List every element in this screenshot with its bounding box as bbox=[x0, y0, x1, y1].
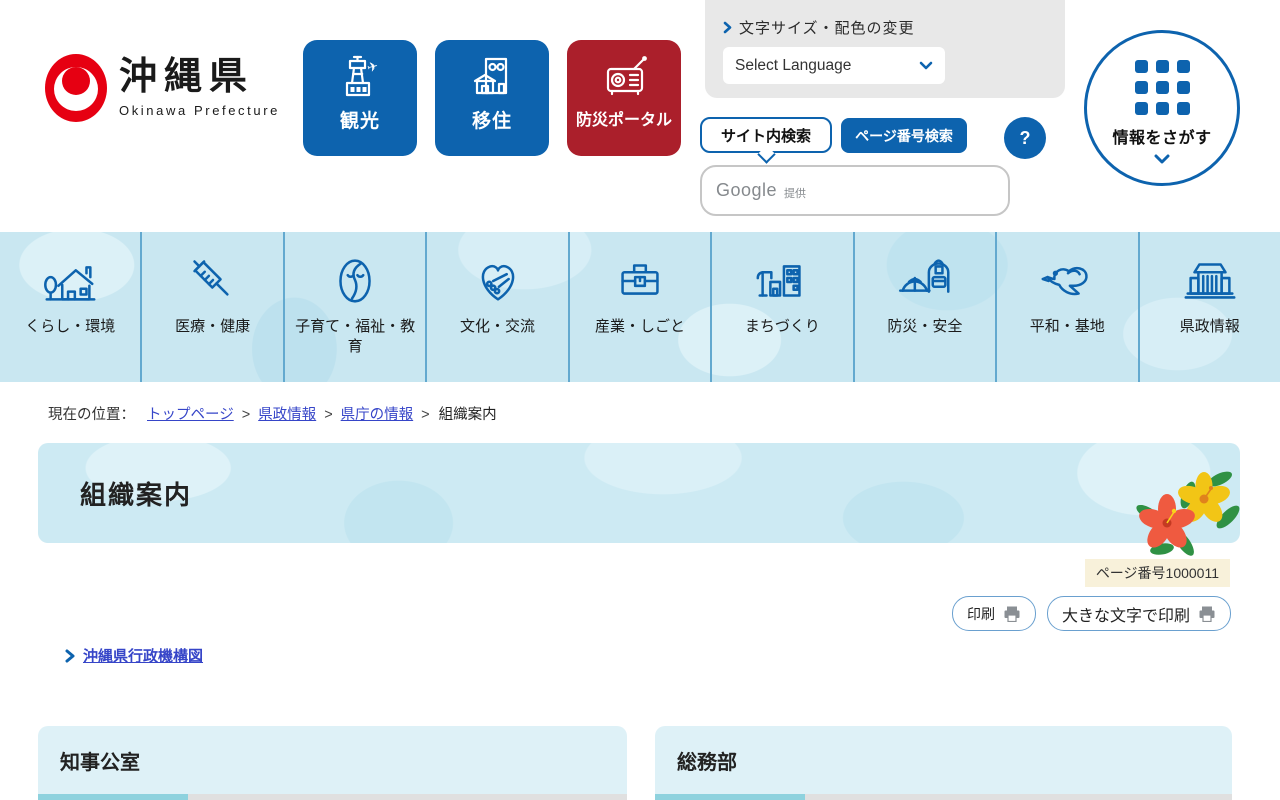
text-size-label: 文字サイズ・配色の変更 bbox=[739, 20, 915, 37]
nav-item-machi[interactable]: まちづくり bbox=[710, 232, 852, 382]
breadcrumb-separator: > bbox=[241, 407, 251, 423]
house-tree-icon bbox=[44, 266, 96, 301]
language-select-value: Select Language bbox=[735, 56, 852, 74]
utility-panel: 文字サイズ・配色の変更 Select Language bbox=[705, 0, 1065, 98]
google-brand-note: 提供 bbox=[784, 187, 807, 200]
print-button[interactable]: 印刷 bbox=[951, 596, 1036, 631]
tab-page-number-search[interactable]: ページ番号検索 bbox=[841, 118, 967, 153]
nav-label: 文化・交流 bbox=[460, 318, 536, 335]
radio-icon bbox=[606, 56, 647, 96]
printer-icon bbox=[1004, 606, 1020, 622]
iju-label: 移住 bbox=[471, 111, 512, 132]
helmet-backpack-icon bbox=[898, 259, 950, 293]
buildings-icon bbox=[473, 57, 508, 95]
section-accent-bar bbox=[38, 794, 627, 800]
nav-item-bunka[interactable]: 文化・交流 bbox=[425, 232, 567, 382]
page-title: 組織案内 bbox=[80, 479, 193, 510]
tab-site-search-label: サイト内検索 bbox=[720, 127, 811, 145]
org-chart-link-row: 沖縄県行政機構図 bbox=[65, 645, 203, 666]
nav-item-iryo[interactable]: 医療・健康 bbox=[140, 232, 282, 382]
search-input[interactable]: Google 提供 bbox=[700, 165, 1010, 216]
airport-icon: ✈ bbox=[345, 55, 380, 97]
nav-label: 産業・しごと bbox=[594, 318, 685, 335]
site-subtitle: Okinawa Prefecture bbox=[119, 102, 280, 118]
nav-item-bosai[interactable]: 防災・安全 bbox=[852, 232, 995, 382]
breadcrumb-prefix: 現在の位置： bbox=[48, 407, 135, 423]
text-size-link[interactable]: 文字サイズ・配色の変更 bbox=[723, 17, 915, 38]
help-button[interactable]: ? bbox=[1004, 117, 1046, 159]
breadcrumb: 現在の位置： トップページ > 県政情報 > 県庁の情報 > 組織案内 bbox=[48, 403, 497, 424]
help-label: ? bbox=[1019, 127, 1031, 148]
chevron-down-icon bbox=[1154, 154, 1170, 164]
site-logo[interactable]: 沖縄県 Okinawa Prefecture bbox=[45, 54, 280, 122]
print-button-label: 印刷 bbox=[966, 605, 995, 622]
tab-page-number-label: ページ番号検索 bbox=[855, 127, 953, 144]
nav-label: 平和・基地 bbox=[1029, 318, 1105, 335]
print-buttons: 印刷 大きな文字で印刷 bbox=[951, 596, 1231, 631]
chevron-right-icon bbox=[723, 21, 732, 34]
breadcrumb-current: 組織案内 bbox=[438, 407, 497, 423]
kanko-label: 観光 bbox=[339, 111, 380, 132]
section-accent-bar bbox=[655, 794, 1232, 800]
printer-icon bbox=[1199, 606, 1215, 622]
find-info-button[interactable]: 情報をさがす bbox=[1084, 30, 1240, 186]
nav-label: くらし・環境 bbox=[25, 318, 116, 335]
nav-label: 防災・安全 bbox=[887, 318, 963, 335]
org-chart-link[interactable]: 沖縄県行政機構図 bbox=[83, 645, 203, 666]
breadcrumb-separator: > bbox=[421, 407, 430, 423]
page-title-banner: 組織案内 bbox=[38, 443, 1240, 556]
section-somu-bu: 総務部 bbox=[655, 726, 1232, 800]
quick-links: ✈ 観光 移住 防災ポータル bbox=[303, 40, 681, 156]
site-title: 沖縄県 bbox=[119, 56, 255, 98]
dove-icon bbox=[1041, 266, 1088, 296]
government-building-icon bbox=[1184, 263, 1236, 299]
breadcrumb-separator: > bbox=[324, 407, 333, 423]
nav-label: 子育て・福祉・教育 bbox=[295, 318, 416, 355]
breadcrumb-link-kencho[interactable]: 県庁の情報 bbox=[341, 407, 414, 423]
nav-label: まちづくり bbox=[744, 318, 820, 335]
svg-text:✈: ✈ bbox=[366, 58, 380, 75]
print-large-button[interactable]: 大きな文字で印刷 bbox=[1046, 596, 1231, 631]
breadcrumb-link-top[interactable]: トップページ bbox=[147, 407, 234, 423]
baby-icon bbox=[339, 259, 371, 303]
section-title: 総務部 bbox=[655, 726, 1232, 794]
nav-item-kurashi[interactable]: くらし・環境 bbox=[0, 232, 140, 382]
syringe-icon bbox=[192, 260, 229, 296]
iju-button[interactable]: 移住 bbox=[435, 40, 549, 156]
bosai-portal-label: 防災ポータル bbox=[575, 112, 672, 129]
tab-site-search[interactable]: サイト内検索 bbox=[700, 117, 832, 164]
chevron-right-icon bbox=[65, 649, 75, 662]
okinawa-emblem-icon bbox=[45, 54, 107, 122]
hibiscus-flowers-icon bbox=[1136, 471, 1240, 556]
kanko-button[interactable]: ✈ 観光 bbox=[303, 40, 417, 156]
chevron-down-icon bbox=[919, 61, 933, 70]
bosai-portal-button[interactable]: 防災ポータル bbox=[567, 40, 681, 156]
print-large-button-label: 大きな文字で印刷 bbox=[1061, 607, 1190, 625]
grid-dots-icon bbox=[1134, 60, 1190, 115]
breadcrumb-link-kensei[interactable]: 県政情報 bbox=[258, 407, 316, 423]
page-number-badge: ページ番号1000011 bbox=[1084, 559, 1230, 587]
nav-label: 県政情報 bbox=[1179, 318, 1240, 335]
town-crane-icon bbox=[756, 265, 802, 297]
language-select[interactable]: Select Language bbox=[723, 47, 945, 84]
tab-pointer bbox=[757, 145, 776, 164]
global-nav: くらし・環境 医療・健康 子育て・福祉・教育 文化・交流 産業・しごと まちづく… bbox=[0, 232, 1280, 382]
section-title: 知事公室 bbox=[38, 726, 627, 794]
find-info-label: 情報をさがす bbox=[1112, 130, 1212, 147]
nav-item-kensei[interactable]: 県政情報 bbox=[1137, 232, 1280, 382]
briefcase-icon bbox=[621, 264, 659, 295]
section-chiji-koshitsu: 知事公室 bbox=[38, 726, 627, 800]
nav-item-heiwa[interactable]: 平和・基地 bbox=[995, 232, 1137, 382]
nav-item-sangyo[interactable]: 産業・しごと bbox=[567, 232, 710, 382]
handshake-heart-icon bbox=[481, 264, 514, 301]
nav-item-kosodate[interactable]: 子育て・福祉・教育 bbox=[282, 232, 425, 382]
google-brand: Google bbox=[716, 180, 778, 200]
nav-label: 医療・健康 bbox=[175, 318, 251, 335]
okinawa-prefecture-page: 沖縄県 Okinawa Prefecture ✈ 観光 移住 防災ポータル 文字… bbox=[0, 0, 1280, 800]
